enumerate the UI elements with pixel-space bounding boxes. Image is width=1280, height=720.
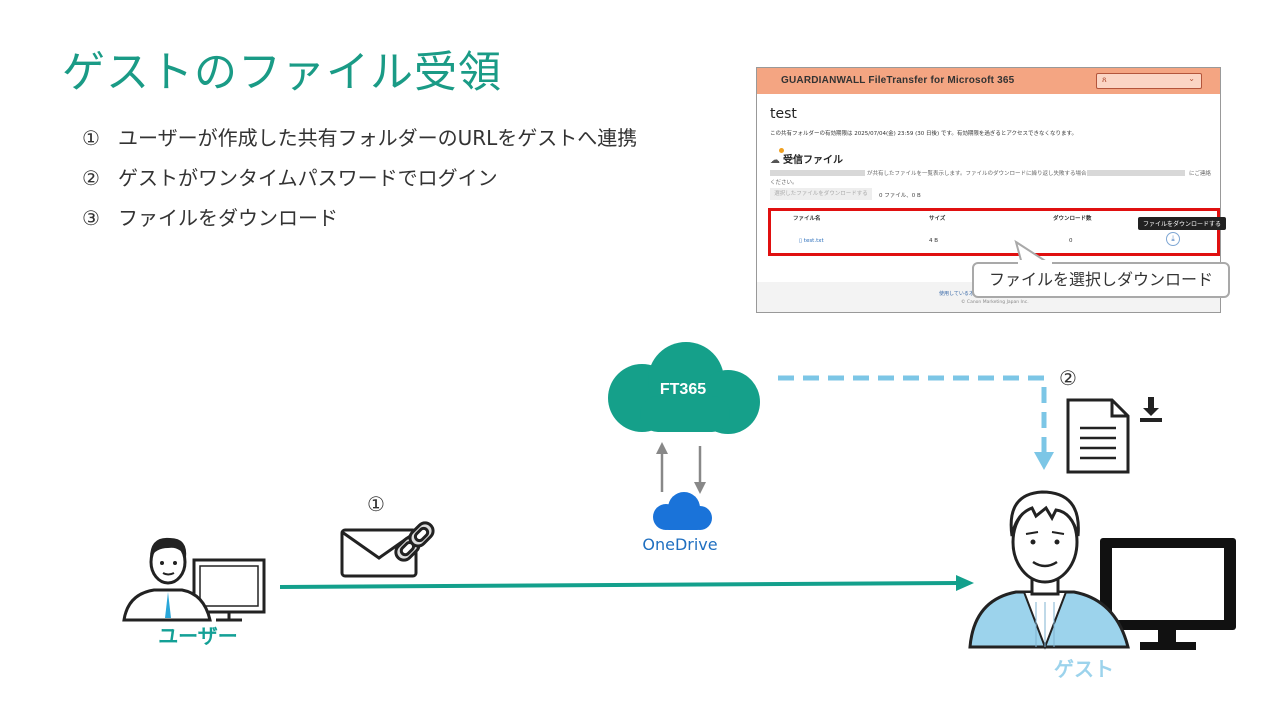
onedrive-icon — [653, 492, 712, 530]
download-arrow-icon — [1140, 397, 1162, 422]
onedrive-label: OneDrive — [642, 535, 718, 554]
guest-label: ゲスト — [1054, 657, 1114, 681]
user-label: ユーザー — [158, 624, 238, 648]
marker-step-2: ② — [1059, 366, 1077, 390]
ft365-label: FT365 — [659, 381, 707, 398]
dashed-arrow — [778, 375, 1047, 454]
dashed-arrowhead — [1034, 452, 1054, 470]
marker-step-1: ① — [367, 492, 385, 516]
share-arrow — [279, 581, 959, 589]
user-avatar-icon — [122, 537, 266, 622]
mail-link-icon — [340, 521, 435, 578]
guest-avatar-icon — [968, 490, 1236, 650]
